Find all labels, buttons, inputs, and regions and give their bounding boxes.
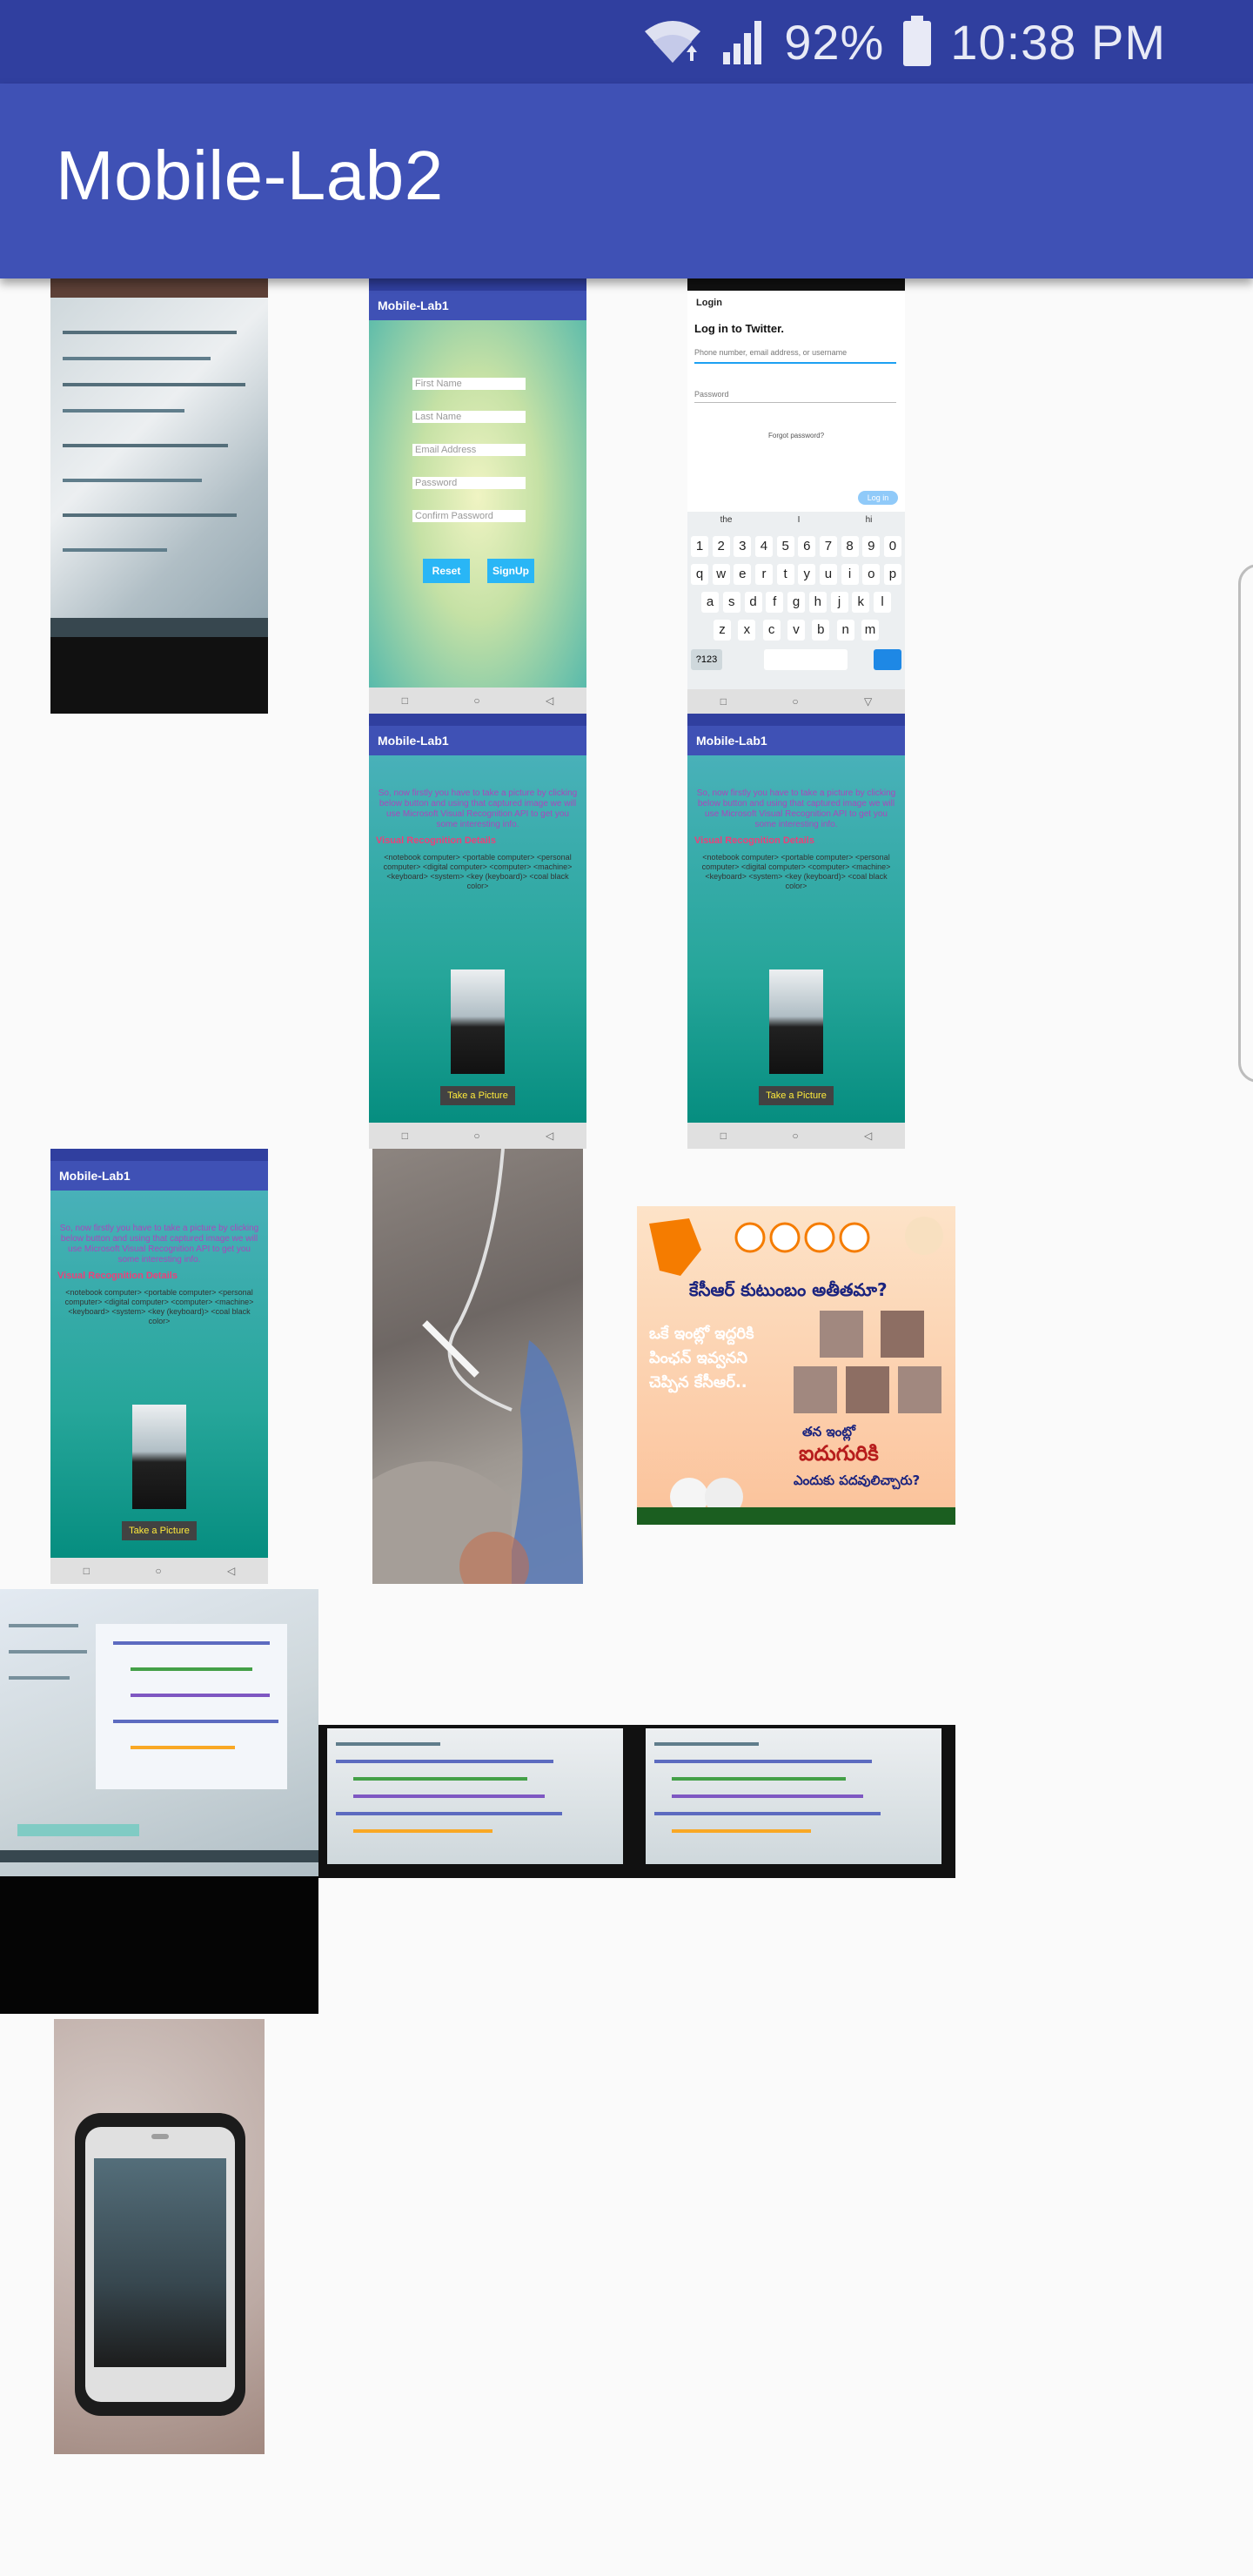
edge-panel-handle[interactable]: [1238, 564, 1253, 1083]
gallery-image-earphones-photo[interactable]: [372, 1149, 583, 1584]
gallery-image-code-photo-2[interactable]: [318, 1725, 637, 1878]
gallery-image-code-photo-1[interactable]: [0, 1589, 318, 2014]
gallery-image-twitter-screenshot[interactable]: Login Log in to Twitter. Phone number, e…: [687, 278, 905, 714]
gallery-image-screen-photo-1[interactable]: [50, 278, 268, 714]
battery-icon: [901, 16, 933, 68]
gallery-image-phone-photo[interactable]: [54, 2019, 265, 2454]
gallery-image-signup-screenshot[interactable]: Mobile-Lab1 First Name Last Name Email A…: [369, 278, 586, 714]
clock: 10:38 PM: [950, 14, 1166, 70]
status-bar: 92% 10:38 PM: [0, 0, 1253, 84]
app-bar: Mobile-Lab2: [0, 84, 1253, 278]
signal-icon: [721, 17, 767, 66]
gallery-image-poster[interactable]: కేసీఆర్ కుటుంబం అతీతమా? ఒకే ఇంట్లో ఇద్దర…: [637, 1206, 955, 1525]
gallery-image-code-photo-3[interactable]: [637, 1725, 955, 1878]
gallery-image-vision-screenshot-2[interactable]: Mobile-Lab1 So, now firstly you have to …: [687, 714, 905, 1149]
gallery-image-vision-screenshot-1[interactable]: Mobile-Lab1 So, now firstly you have to …: [369, 714, 586, 1149]
page-title: Mobile-Lab2: [56, 137, 444, 214]
gallery-image-vision-screenshot-3[interactable]: Mobile-Lab1 So, now firstly you have to …: [50, 1149, 268, 1584]
battery-percent: 92%: [784, 14, 885, 70]
wifi-icon: [641, 17, 704, 66]
